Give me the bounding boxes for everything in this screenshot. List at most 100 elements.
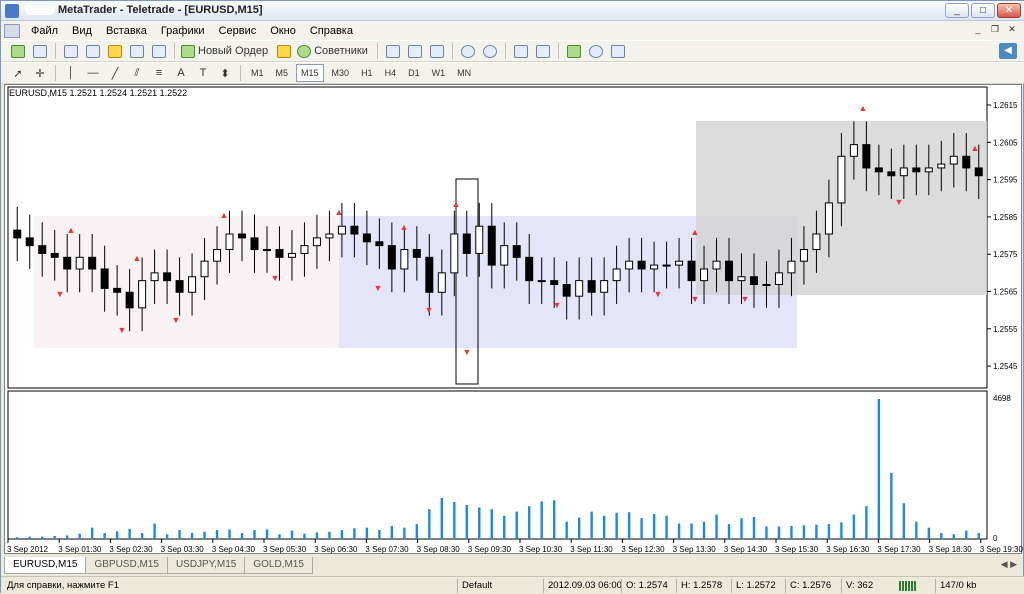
menu-file[interactable]: Файл bbox=[24, 25, 65, 37]
zoom-in-icon[interactable] bbox=[459, 42, 477, 60]
volume-bar bbox=[765, 526, 768, 539]
bull-candle bbox=[650, 264, 659, 270]
chart-window[interactable]: 1.2615 1.2605 1.2595 1.2585 1.2575 1.2565 1.25… bbox=[4, 84, 1023, 555]
navigator-icon[interactable] bbox=[106, 42, 124, 60]
candlestick-icon[interactable] bbox=[406, 42, 424, 60]
terminal-icon[interactable] bbox=[128, 42, 146, 60]
chart-minimize-button[interactable]: _ bbox=[971, 23, 985, 36]
metaeditor-icon[interactable] bbox=[275, 42, 293, 60]
close-button[interactable]: ✕ bbox=[997, 3, 1021, 18]
tab-gbpusd[interactable]: GBPUSD,M15 bbox=[85, 557, 168, 574]
new-chart-icon[interactable] bbox=[9, 42, 27, 60]
tf-mn[interactable]: MN bbox=[453, 64, 475, 82]
menu-bar: Файл Вид Вставка Графики Сервис Окно Спр… bbox=[1, 21, 1024, 40]
menu-charts[interactable]: Графики bbox=[154, 25, 212, 37]
menu-view[interactable]: Вид bbox=[65, 25, 99, 37]
cursor-icon[interactable]: ➚ bbox=[9, 64, 27, 82]
periods-icon[interactable] bbox=[587, 42, 605, 60]
blurred-account bbox=[25, 5, 55, 16]
chart-close-button[interactable]: ✕ bbox=[1005, 23, 1019, 36]
help-icon[interactable]: ◀ bbox=[999, 43, 1017, 59]
strategy-tester-icon[interactable] bbox=[150, 42, 168, 60]
bear-candle bbox=[749, 276, 758, 286]
text-label-tool[interactable]: T bbox=[194, 64, 212, 82]
volume-bar bbox=[140, 533, 144, 539]
volume-bar bbox=[378, 530, 381, 539]
arrows-icon[interactable]: ⬍ bbox=[216, 64, 234, 82]
tf-w1[interactable]: W1 bbox=[428, 64, 450, 82]
tab-gold[interactable]: GOLD,M15 bbox=[244, 557, 313, 574]
menu-insert[interactable]: Вставка bbox=[99, 25, 154, 37]
chart-restore-button[interactable]: ❐ bbox=[988, 23, 1002, 36]
text-tool[interactable]: A bbox=[172, 64, 190, 82]
title-bar: MetaTrader - Teletrade - [EURUSD,M15] _ … bbox=[1, 1, 1024, 21]
tf-h4[interactable]: H4 bbox=[381, 64, 401, 82]
menu-help[interactable]: Справка bbox=[303, 25, 360, 37]
chart-window-icon[interactable] bbox=[4, 23, 20, 38]
volume-bar bbox=[215, 530, 219, 539]
crosshair-icon[interactable]: ✛ bbox=[31, 64, 49, 82]
price-chart[interactable]: 1.2615 1.2605 1.2595 1.2585 1.2575 1.2565 1.25… bbox=[5, 85, 1023, 555]
bull-candle bbox=[213, 249, 222, 262]
volume-pane bbox=[7, 390, 988, 540]
volume-bar bbox=[203, 531, 206, 539]
tf-h1[interactable]: H1 bbox=[357, 64, 377, 82]
menu-window[interactable]: Окно bbox=[263, 25, 303, 37]
line-chart-icon[interactable] bbox=[428, 42, 446, 60]
volume-bar bbox=[927, 527, 931, 539]
time-label: 3 Sep 2012 bbox=[7, 545, 48, 554]
volume-bar bbox=[515, 511, 518, 539]
tf-m30[interactable]: M30 bbox=[328, 64, 354, 82]
volume-bar bbox=[465, 505, 468, 539]
fractal-down-icon: ▼ bbox=[463, 347, 472, 357]
bear-candle bbox=[525, 256, 534, 282]
zoom-out-icon[interactable] bbox=[481, 42, 499, 60]
auto-scroll-icon[interactable] bbox=[512, 42, 530, 60]
time-label: 3 Sep 04:30 bbox=[212, 545, 256, 554]
maximize-button[interactable]: □ bbox=[971, 3, 995, 18]
tab-usdjpy[interactable]: USDJPY,M15 bbox=[166, 557, 246, 574]
equidistant-channel-icon[interactable]: ⫽ bbox=[128, 64, 146, 82]
volume-bar bbox=[103, 533, 106, 539]
volume-bar bbox=[278, 534, 281, 539]
chart-shift-icon[interactable] bbox=[534, 42, 552, 60]
time-label: 3 Sep 11:30 bbox=[570, 545, 613, 554]
bear-candle bbox=[38, 245, 47, 254]
volume-bar bbox=[303, 533, 306, 539]
trend-line-icon[interactable]: ╱ bbox=[106, 64, 124, 82]
volume-bar bbox=[852, 514, 856, 539]
bear-candle bbox=[362, 233, 371, 243]
minimize-button[interactable]: _ bbox=[945, 3, 969, 18]
advisors-button[interactable]: Советники bbox=[297, 42, 371, 60]
tf-m15[interactable]: M15 bbox=[296, 64, 324, 82]
vertical-line-icon[interactable]: │ bbox=[62, 64, 80, 82]
tab-eurusd[interactable]: EURUSD,M15 bbox=[4, 557, 87, 574]
horizontal-line-icon[interactable]: — bbox=[84, 64, 102, 82]
new-order-button[interactable]: Новый Ордер bbox=[181, 42, 271, 60]
data-window-icon[interactable] bbox=[84, 42, 102, 60]
bull-candle bbox=[812, 233, 821, 251]
volume-bar bbox=[328, 531, 331, 539]
volume-bar bbox=[740, 518, 743, 539]
menu-tools[interactable]: Сервис bbox=[212, 25, 264, 37]
market-watch-icon[interactable] bbox=[62, 42, 80, 60]
volume-bar bbox=[552, 500, 556, 539]
status-help: Для справки, нажмите F1 bbox=[7, 580, 119, 591]
indicators-icon[interactable] bbox=[565, 42, 583, 60]
tab-scroll-arrows[interactable]: ◀ ▶ bbox=[1001, 559, 1017, 570]
tf-m5[interactable]: M5 bbox=[272, 64, 293, 82]
bull-candle bbox=[150, 272, 159, 282]
time-label: 3 Sep 18:30 bbox=[929, 545, 973, 554]
status-open: O: 1.2574 bbox=[621, 579, 668, 593]
fibonacci-icon[interactable]: ≡ bbox=[150, 64, 168, 82]
profiles-icon[interactable] bbox=[31, 42, 49, 60]
tf-m1[interactable]: M1 bbox=[247, 64, 268, 82]
volume-bar bbox=[902, 503, 906, 539]
templates-icon[interactable] bbox=[609, 42, 627, 60]
bear-candle bbox=[100, 268, 109, 289]
time-label: 3 Sep 19:30 bbox=[980, 545, 1023, 554]
tf-d1[interactable]: D1 bbox=[404, 64, 424, 82]
bull-candle bbox=[575, 280, 584, 297]
status-close: C: 1.2576 bbox=[785, 579, 831, 593]
bar-chart-icon[interactable] bbox=[384, 42, 402, 60]
